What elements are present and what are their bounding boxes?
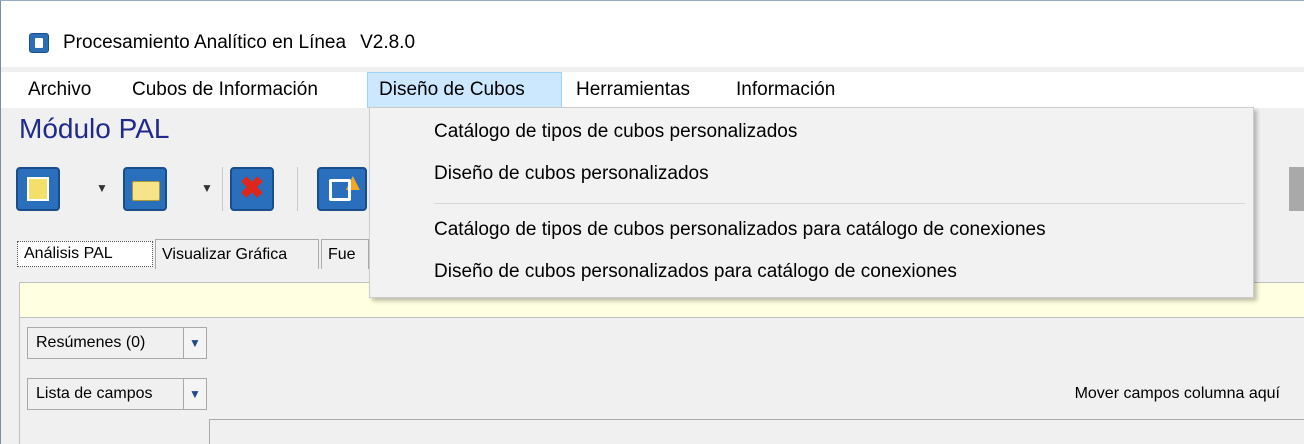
upload-icon: ▲ xyxy=(341,169,365,196)
menu-item-catalogo-tipos-cubos[interactable]: Catálogo de tipos de cubos personalizado… xyxy=(434,121,797,143)
menu-item-diseno-cubos-conexiones[interactable]: Diseño de cubos personalizados para catá… xyxy=(434,261,957,283)
title-bar: Procesamiento Analítico en Línea V2.8.0 xyxy=(1,1,1304,67)
save-dropdown-icon[interactable]: ▼ xyxy=(96,181,108,195)
menu-item-catalogo-tipos-cubos-conexiones[interactable]: Catálogo de tipos de cubos personalizado… xyxy=(434,219,1046,241)
menu-diseno-cubos[interactable]: Diseño de Cubos xyxy=(367,72,562,108)
save-button[interactable] xyxy=(16,167,60,211)
app-window: Procesamiento Analítico en Línea V2.8.0 A… xyxy=(0,0,1304,444)
menu-cubos-informacion[interactable]: Cubos de Información xyxy=(121,72,329,108)
toolbar-button-hidden[interactable] xyxy=(1289,167,1304,211)
menu-bar: Archivo Cubos de Información Diseño de C… xyxy=(1,72,1304,108)
window-version: V2.8.0 xyxy=(360,32,416,53)
menu-archivo[interactable]: Archivo xyxy=(17,72,102,108)
window-title-text: Procesamiento Analítico en Línea xyxy=(63,32,347,53)
pivot-grid-area xyxy=(209,419,1304,444)
fields-combo-label: Lista de campos xyxy=(36,385,153,402)
diseno-cubos-dropdown-menu: Catálogo de tipos de cubos personalizado… xyxy=(369,107,1254,298)
delete-icon: ✖ xyxy=(239,172,265,205)
window-title: Procesamiento Analítico en Línea V2.8.0 xyxy=(63,32,415,54)
chevron-down-icon[interactable]: ▼ xyxy=(183,328,206,358)
toolbar-divider xyxy=(222,167,223,211)
toolbar-divider xyxy=(297,167,298,211)
chevron-down-icon[interactable]: ▼ xyxy=(183,379,206,409)
menu-herramientas[interactable]: Herramientas xyxy=(565,72,701,108)
summary-combo[interactable]: Resúmenes (0) ▼ xyxy=(27,327,207,359)
panel-border xyxy=(19,318,20,444)
fields-combo[interactable]: Lista de campos ▼ xyxy=(27,378,207,410)
tab-fuentes[interactable]: Fue xyxy=(321,239,369,269)
open-dropdown-icon[interactable]: ▼ xyxy=(201,181,213,195)
column-drop-hint: Mover campos columna aquí xyxy=(1074,385,1280,402)
upload-button[interactable]: ▲ xyxy=(317,167,367,211)
open-button[interactable] xyxy=(123,167,167,211)
summary-combo-label: Resúmenes (0) xyxy=(36,334,146,351)
delete-button[interactable]: ✖ xyxy=(230,167,274,211)
module-title: Módulo PAL xyxy=(19,113,170,144)
menu-item-diseno-cubos-personalizados[interactable]: Diseño de cubos personalizados xyxy=(434,163,709,185)
app-icon xyxy=(29,33,49,53)
tab-analisis-pal[interactable]: Análisis PAL xyxy=(17,241,153,267)
tab-visualizar-grafica[interactable]: Visualizar Gráfica xyxy=(155,239,319,269)
menu-separator xyxy=(434,203,1245,204)
menu-informacion[interactable]: Información xyxy=(725,72,846,108)
